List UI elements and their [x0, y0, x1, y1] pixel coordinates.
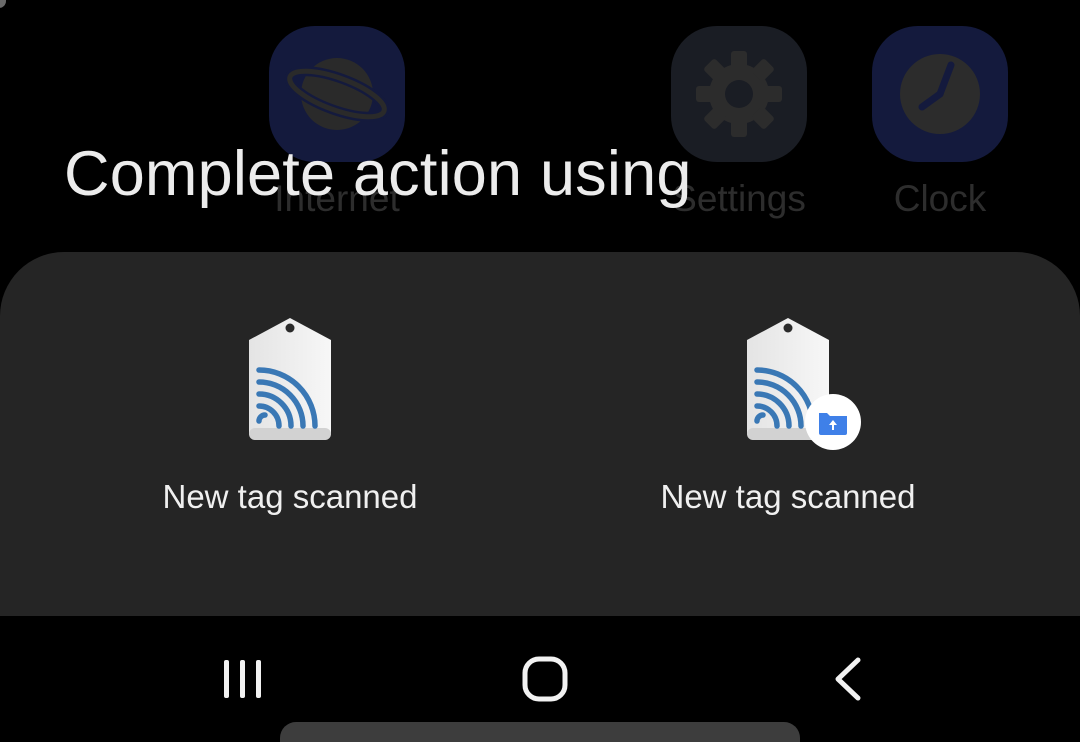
gesture-handle[interactable]: [280, 722, 800, 742]
clock-icon: [872, 26, 1008, 162]
screen: Internet Settings Clock Complete action …: [0, 0, 1080, 742]
recents-icon: [224, 660, 261, 698]
nfc-tag-icon: [225, 316, 355, 442]
back-chevron-icon: [835, 657, 861, 701]
recents-button[interactable]: [203, 646, 283, 712]
option-label: New tag scanned: [660, 478, 916, 515]
option-new-tag-scanned-folder[interactable]: New tag scanned: [578, 316, 998, 536]
background-app-clock: Clock: [872, 26, 1008, 219]
option-label: New tag scanned: [162, 478, 418, 515]
back-button[interactable]: [808, 646, 888, 712]
background-app-label: Clock: [893, 178, 987, 219]
home-button[interactable]: [505, 646, 585, 712]
nfc-tag-folder-icon: [723, 316, 861, 450]
corner-indicator: [0, 0, 6, 8]
chooser-sheet: New tag scanned New tag scanned: [0, 252, 1080, 616]
option-new-tag-scanned[interactable]: New tag scanned: [80, 316, 500, 536]
chooser-title: Complete action using: [64, 139, 692, 209]
home-icon: [522, 656, 568, 702]
